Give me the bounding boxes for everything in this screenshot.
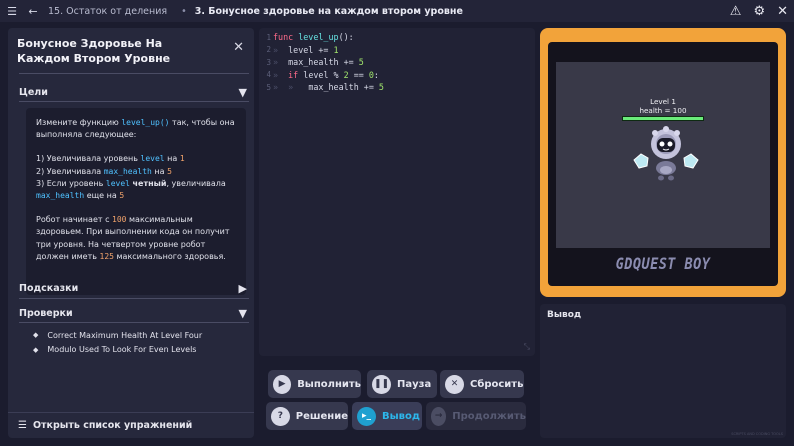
health-bar xyxy=(622,116,704,121)
code-editor[interactable]: 1 func level_up(): 2 » level += 1 3 » ma… xyxy=(259,28,535,356)
close-icon[interactable]: ✕ xyxy=(777,4,788,19)
output-button[interactable]: ▸_ Вывод xyxy=(352,402,422,430)
console-logo: GDQUEST BOY xyxy=(615,254,711,273)
gear-icon[interactable]: ⚙ xyxy=(753,4,765,19)
chevron-down-icon: ▼ xyxy=(238,85,247,99)
continue-button[interactable]: → Продолжить xyxy=(426,402,526,430)
close-icon[interactable]: ✕ xyxy=(233,40,244,55)
arrow-right-icon: → xyxy=(431,406,447,426)
reset-button[interactable]: ✕ Сбросить xyxy=(440,370,524,398)
code-line: 3 » max_health += 5 xyxy=(266,57,364,67)
breadcrumb-parent[interactable]: 15. Остаток от деления xyxy=(48,6,167,17)
pause-icon: ❚❚ xyxy=(372,374,391,394)
code-line: 2 » level += 1 xyxy=(266,44,339,55)
game-console: Level 1 health = 100 GDQUEST BOY xyxy=(548,42,778,286)
game-preview: Level 1 health = 100 GDQUEST BOY xyxy=(540,28,786,297)
pause-button[interactable]: ❚❚ Пауза xyxy=(367,370,437,398)
divider xyxy=(19,298,249,299)
goals-description: Измените функцию level_up() так, чтобы о… xyxy=(26,108,246,295)
level-label: Level 1 health = 100 xyxy=(639,97,687,115)
output-panel: Вывод SCRIPTS AND CODING TOOLS xyxy=(540,304,786,438)
hints-header: Подсказки xyxy=(19,282,79,294)
open-exercise-list-button[interactable]: ☰ Открыть список упражнений xyxy=(8,412,254,438)
list-item: ◆ Correct Maximum Health At Level Four xyxy=(33,330,203,340)
menu-icon[interactable]: ☰ xyxy=(0,5,24,18)
footer-text: SCRIPTS AND CODING TOOLS xyxy=(731,432,783,436)
lesson-panel: Бонусное Здоровье На Каждом Втором Уровн… xyxy=(8,28,254,438)
page-title: Бонусное Здоровье На Каждом Втором Уровн… xyxy=(17,37,171,65)
run-button[interactable]: ▶ Выполнить xyxy=(268,370,361,398)
divider xyxy=(19,73,249,74)
code-line: 1 func level_up(): xyxy=(266,32,354,42)
checks-list: ◆ Correct Maximum Health At Level Four ◆ M… xyxy=(33,328,202,357)
question-icon: ? xyxy=(271,406,290,426)
list-item: ◆ Modulo Used To Look For Even Levels xyxy=(33,345,197,355)
breadcrumb-separator: • xyxy=(181,5,187,17)
divider xyxy=(19,101,249,102)
breadcrumb-current: 3. Бонусное здоровье на каждом втором ур… xyxy=(194,5,463,17)
resize-handle-icon[interactable]: ⤡ xyxy=(524,342,530,352)
hints-section-toggle[interactable]: Подсказки ▶ xyxy=(19,279,249,297)
chevron-down-icon: ▼ xyxy=(238,306,247,320)
top-bar: ☰ ← 15. Остаток от деления • 3. Бонусное… xyxy=(0,0,794,22)
checks-section-toggle[interactable]: Проверки ▼ xyxy=(19,304,249,322)
reset-x-icon: ✕ xyxy=(445,374,464,394)
checks-header: Проверки xyxy=(19,307,73,319)
warning-icon[interactable]: ⚠ xyxy=(730,4,742,19)
solution-button[interactable]: ? Решение xyxy=(266,402,348,430)
play-icon: ▶ xyxy=(273,374,292,394)
terminal-icon: ▸_ xyxy=(357,406,376,426)
divider xyxy=(19,322,249,323)
chevron-right-icon: ▶ xyxy=(238,281,247,295)
robot-sprite xyxy=(633,126,699,181)
game-viewport: Level 1 health = 100 xyxy=(556,62,770,248)
goals-section-toggle[interactable]: Цели ▼ xyxy=(19,83,249,101)
list-icon: ☰ xyxy=(18,420,27,431)
back-arrow-icon[interactable]: ← xyxy=(24,5,42,18)
code-line: 5 » » max_health += 5 xyxy=(266,82,384,92)
output-header: Вывод xyxy=(547,310,582,320)
goals-header: Цели xyxy=(19,86,48,98)
code-line: 4 » if level % 2 == 0: xyxy=(266,69,379,80)
